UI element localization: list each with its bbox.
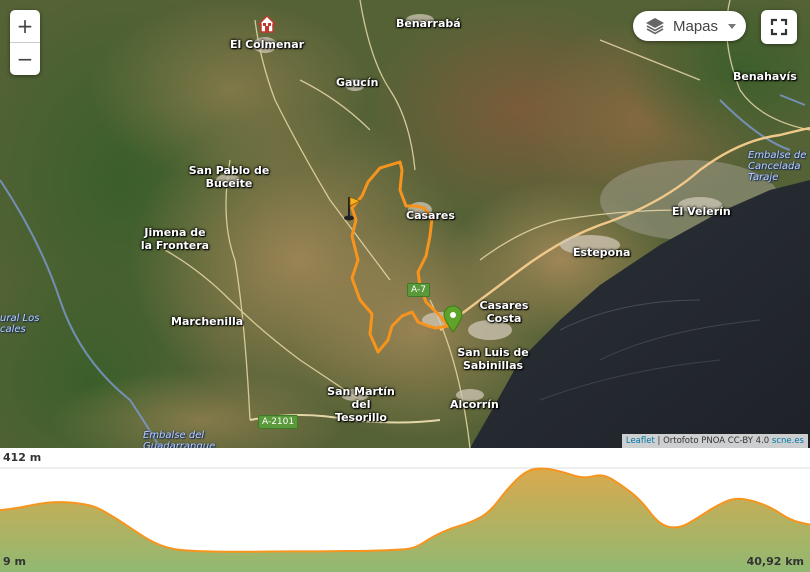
layers-label: Mapas (673, 17, 719, 35)
map-view[interactable]: El Colmenar Benarrabá Gaucín Benahavís S… (0, 0, 810, 448)
road-label: A-7 (407, 283, 430, 297)
elevation-chart (0, 467, 810, 572)
zoom-control: + − (10, 10, 40, 75)
layers-control[interactable]: Mapas (633, 11, 746, 41)
place-label: Estepona (573, 246, 631, 259)
min-elevation-label: 9 m (3, 555, 26, 568)
distance-label: 40,92 km (746, 555, 804, 568)
finish-flag-icon[interactable] (340, 194, 362, 227)
max-elevation-label: 412 m (3, 451, 42, 464)
place-label: San Pablo de Buceite (188, 164, 270, 190)
place-label: Benarrabá (396, 17, 461, 30)
elevation-profile[interactable]: 412 m 9 m 40,92 km (0, 448, 810, 572)
place-label: El Colmenar (230, 38, 305, 51)
start-marker-icon[interactable] (442, 305, 464, 338)
water-label: ural Los cales (0, 313, 40, 335)
chevron-down-icon (728, 23, 737, 29)
zoom-in-button[interactable]: + (10, 10, 40, 42)
place-label: Casares Costa (479, 299, 529, 325)
place-label: Casares (406, 209, 455, 222)
water-label: Embalse del Guadarranque (143, 430, 216, 448)
road-label: A-2101 (258, 415, 299, 429)
water-label: Embalse de Cancelada Taraje (748, 150, 807, 183)
elevation-area (0, 468, 810, 572)
attribution-text: Ortofoto PNOA CC-BY 4.0 (663, 436, 772, 446)
expand-icon (770, 18, 788, 36)
zoom-out-button[interactable]: − (10, 42, 40, 75)
home-icon (257, 14, 277, 39)
satellite-imagery (0, 0, 810, 448)
place-label: El Velerín (672, 205, 731, 218)
attribution-separator: | (654, 436, 664, 446)
place-label: Jimena de la Frontera (140, 226, 210, 252)
place-label: San Luis de Sabinillas (457, 346, 529, 372)
place-label: San Martín del Tesorillo (327, 385, 395, 424)
place-label: Marchenilla (171, 315, 244, 328)
layers-icon (645, 17, 665, 35)
place-label: Gaucín (336, 76, 379, 89)
place-label: Alcorrín (450, 398, 499, 411)
scne-link[interactable]: scne.es (772, 436, 804, 446)
attribution: Leaflet | Ortofoto PNOA CC-BY 4.0 scne.e… (621, 434, 808, 448)
place-label: Benahavís (733, 70, 797, 83)
leaflet-link[interactable]: Leaflet (626, 436, 655, 446)
fullscreen-button[interactable] (761, 10, 797, 44)
